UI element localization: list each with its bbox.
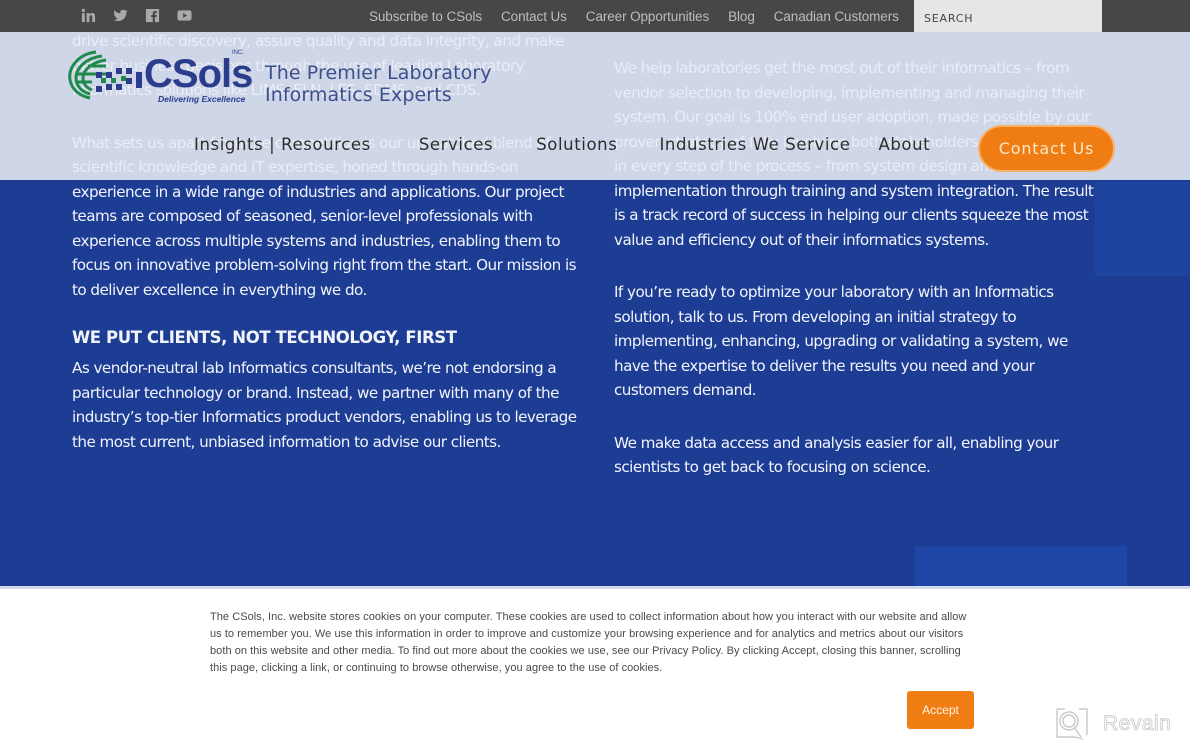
contact-us-link[interactable]: Contact Us — [501, 9, 567, 24]
nav-services[interactable]: Services — [419, 135, 493, 154]
tagline-line-1: The Premier Laboratory — [265, 62, 492, 84]
right-paragraph-2: If you’re ready to optimize your laborat… — [614, 283, 1068, 399]
subscribe-link[interactable]: Subscribe to CSols — [369, 9, 482, 24]
revain-label: Revain — [1103, 712, 1172, 736]
main-navigation: Insights | Resources Services Solutions … — [194, 135, 930, 154]
search-input[interactable] — [914, 0, 1102, 32]
section-heading: WE PUT CLIENTS, NOT TECHNOLOGY, FIRST — [72, 328, 457, 347]
logo-tagline: Delivering Excellence — [158, 94, 246, 104]
blog-link[interactable]: Blog — [728, 9, 755, 24]
linkedin-icon[interactable] — [80, 7, 97, 24]
twitter-icon[interactable] — [112, 7, 129, 24]
csols-logo[interactable]: CSols INC. Delivering Excellence — [66, 46, 253, 108]
site-header: CSols INC. Delivering Excellence The Pre… — [0, 32, 1190, 180]
nav-about[interactable]: About — [878, 135, 930, 154]
site-tagline: The Premier Laboratory Informatics Exper… — [265, 62, 492, 106]
nav-insights-resources[interactable]: Insights | Resources — [194, 135, 371, 154]
decorative-panel — [1095, 182, 1190, 276]
cookie-consent-banner: The CSols, Inc. website stores cookies o… — [0, 586, 1190, 753]
logo-inc: INC. — [232, 50, 244, 56]
left-paragraph-3: As vendor-neutral lab Informatics consul… — [72, 359, 577, 451]
career-opportunities-link[interactable]: Career Opportunities — [586, 9, 709, 24]
nav-solutions[interactable]: Solutions — [536, 135, 617, 154]
accept-cookies-button[interactable]: Accept — [907, 691, 974, 729]
revain-logo-icon — [1056, 708, 1088, 740]
tagline-line-2: Informatics Experts — [265, 84, 452, 106]
facebook-icon[interactable] — [144, 7, 161, 24]
nav-industries-we-service[interactable]: Industries We Service — [659, 135, 850, 154]
top-utility-bar: Subscribe to CSols Contact Us Career Opp… — [0, 0, 1190, 32]
canadian-customers-link[interactable]: Canadian Customers — [774, 9, 899, 24]
utility-nav: Subscribe to CSols Contact Us Career Opp… — [369, 0, 899, 32]
contact-us-button[interactable]: Contact Us — [978, 125, 1115, 172]
cookie-message: The CSols, Inc. website stores cookies o… — [210, 611, 967, 674]
logo-wordmark: CSols — [144, 52, 253, 96]
youtube-icon[interactable] — [176, 7, 193, 24]
globe-swoosh-icon — [68, 50, 142, 100]
right-paragraph-3: We make data access and analysis easier … — [614, 433, 1059, 477]
revain-watermark: Revain — [1055, 707, 1171, 741]
social-links — [80, 7, 193, 24]
